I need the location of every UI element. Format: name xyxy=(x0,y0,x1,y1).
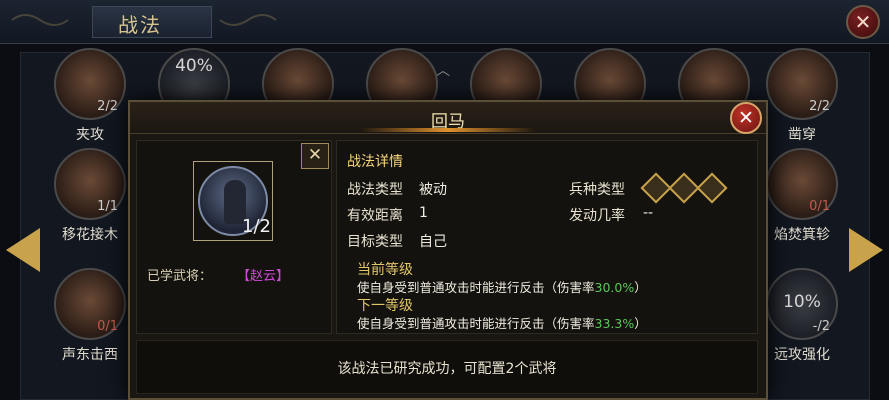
current-rate: 30.0% xyxy=(594,280,635,295)
desc-text: 使自身受到普通攻击时能进行反击（伤害率 xyxy=(357,316,595,331)
skill-item[interactable]: 1/1 移花接木 xyxy=(40,148,140,244)
status-message: 该战法已研究成功，可配置2个武将 xyxy=(337,361,557,377)
learned-label: 已学武将： xyxy=(147,269,213,284)
skill-summary-panel: 1/2 ✕ 已学武将： 【赵云】 xyxy=(136,140,332,334)
current-level-desc: 使自身受到普通攻击时能进行反击（伤害率30.0%） xyxy=(357,277,647,296)
cavalry-icon xyxy=(640,172,672,204)
skill-progress: 10% xyxy=(783,292,821,312)
next-rate: 33.3% xyxy=(594,316,635,331)
top-bar: 战法 ✕ xyxy=(0,0,889,44)
skill-icon: 0/1 xyxy=(766,148,838,220)
skill-count: 1/1 xyxy=(97,199,118,214)
trigger-rate-label: 发动几率 xyxy=(569,208,625,224)
skill-detail-dialog: 回马 ✕ 1/2 ✕ 已学武将： 【赵云】 战法详情 战法类型 被动 有效距离 … xyxy=(128,100,768,400)
next-level-title: 下一等级 xyxy=(357,298,413,314)
learned-general-link[interactable]: 【赵云】 xyxy=(237,265,289,284)
forget-skill-button[interactable]: ✕ xyxy=(301,143,329,169)
skill-icon: 2/2 xyxy=(54,48,126,120)
skill-portrait-frame: 1/2 xyxy=(193,161,273,241)
desc-text: ） xyxy=(634,280,647,295)
dragon-ornament-icon xyxy=(11,14,69,26)
skill-detail-panel: 战法详情 战法类型 被动 有效距离 1 目标类型 自己 兵种类型 发动几率 --… xyxy=(336,140,758,334)
title-glow xyxy=(360,128,536,132)
skill-name: 夹攻 xyxy=(76,127,104,143)
dialog-close-button[interactable]: ✕ xyxy=(730,102,762,134)
skill-name: 移花接木 xyxy=(62,227,118,243)
skill-progress: 40% xyxy=(175,56,213,76)
current-level-title: 当前等级 xyxy=(357,262,413,278)
status-footer: 该战法已研究成功，可配置2个武将 xyxy=(136,340,758,394)
skill-icon: 0/1 xyxy=(54,268,126,340)
skill-icon: 10% -/2 xyxy=(766,268,838,340)
type-value: 被动 xyxy=(419,182,447,198)
skill-item[interactable]: 2/2 夹攻 xyxy=(40,48,140,144)
trigger-rate-value: -- xyxy=(643,205,654,221)
skill-name: 声东击西 xyxy=(62,347,118,363)
skill-count: -/2 xyxy=(812,319,830,334)
archer-icon xyxy=(696,172,728,204)
target-label: 目标类型 xyxy=(347,234,403,250)
range-value: 1 xyxy=(419,205,428,221)
infantry-icon xyxy=(668,172,700,204)
dialog-header: 回马 ✕ xyxy=(130,102,766,134)
next-page-arrow-icon[interactable] xyxy=(849,228,883,272)
section-title: 战法详情 xyxy=(347,154,403,170)
skill-count: 2/2 xyxy=(809,99,830,114)
skill-item[interactable]: 0/1 声东击西 xyxy=(40,268,140,364)
target-value: 自己 xyxy=(419,234,447,250)
skill-icon: 1/1 xyxy=(54,148,126,220)
prev-page-arrow-icon[interactable] xyxy=(6,228,40,272)
skill-count: 2/2 xyxy=(97,99,118,114)
dragon-ornament-icon xyxy=(219,14,277,26)
desc-text: 使自身受到普通攻击时能进行反击（伤害率 xyxy=(357,280,595,295)
troop-type-label: 兵种类型 xyxy=(569,182,625,198)
next-level-desc: 使自身受到普通攻击时能进行反击（伤害率33.3%） xyxy=(357,313,647,332)
close-page-button[interactable]: ✕ xyxy=(846,5,880,39)
skill-level: 1/2 xyxy=(242,216,271,237)
range-label: 有效距离 xyxy=(347,208,403,224)
skill-count: 0/1 xyxy=(809,199,830,214)
page-title: 战法 xyxy=(118,13,162,37)
skill-icon: 2/2 xyxy=(766,48,838,120)
skill-count: 0/1 xyxy=(97,319,118,334)
type-label: 战法类型 xyxy=(347,182,403,198)
desc-text: ） xyxy=(634,316,647,331)
